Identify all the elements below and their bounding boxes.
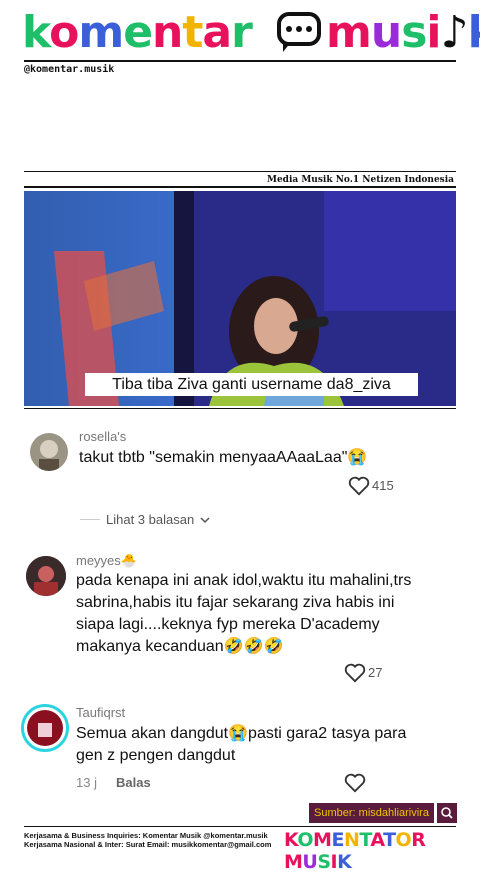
- footer-divider: [24, 826, 456, 827]
- comment-text: pada kenapa ini anak idol,waktu itu maha…: [76, 572, 412, 655]
- tagline-divider-bottom: [24, 186, 456, 188]
- logo-musik-text: musi♪k: [326, 7, 480, 58]
- comment-time: 13 j: [76, 775, 97, 790]
- search-icon: [441, 807, 453, 819]
- chat-bubble-icon: [277, 12, 321, 46]
- tagline: Media Musik No.1 Netizen Indonesia: [266, 175, 454, 185]
- heart-icon[interactable]: [348, 476, 370, 496]
- heart-icon[interactable]: [344, 663, 366, 683]
- footer-email: Kerjasama Nasional & Inter: Surat Email:…: [24, 840, 272, 849]
- view-replies-button[interactable]: Lihat 3 balasan: [80, 512, 210, 527]
- chat-bubble-tail: [283, 42, 297, 52]
- comment-text: Semua akan dangdut😭pasti gara2 tasya par…: [76, 725, 407, 764]
- like-count: 415: [372, 478, 394, 493]
- heart-icon[interactable]: [344, 773, 366, 793]
- account-handle: @komentar.musik: [24, 64, 115, 75]
- reply-button[interactable]: Balas: [116, 775, 151, 790]
- video-divider: [24, 408, 456, 409]
- chevron-down-icon: [200, 516, 210, 523]
- header-divider: [24, 60, 456, 62]
- video-caption: Tiba tiba Ziva ganti username da8_ziva: [85, 373, 418, 396]
- like-count: 27: [368, 665, 383, 680]
- avatar[interactable]: [21, 704, 69, 752]
- footer-logo: KOMENTATOR MUSIK: [284, 829, 426, 873]
- footer-inquiries: Kerjasama & Business Inquiries: Komentar…: [24, 831, 268, 840]
- brand-logo: komentar: [22, 7, 253, 58]
- logo-komentar-text: komentar: [22, 7, 253, 58]
- avatar[interactable]: [26, 556, 66, 596]
- tagline-divider-top: [24, 171, 456, 172]
- comment-username[interactable]: Taufiqrst: [76, 705, 125, 720]
- avatar[interactable]: [30, 433, 68, 471]
- comment-username[interactable]: rosella's: [79, 429, 126, 444]
- comment-text: takut tbtb "semakin menyaaAAaaLaa"😭: [79, 449, 368, 466]
- replies-line: [80, 519, 100, 520]
- comment-username[interactable]: meyyes🐣: [76, 553, 137, 569]
- view-replies-label: Lihat 3 balasan: [106, 512, 195, 527]
- source-credit: Sumber: misdahliarivira: [309, 803, 434, 823]
- search-button[interactable]: [437, 803, 457, 823]
